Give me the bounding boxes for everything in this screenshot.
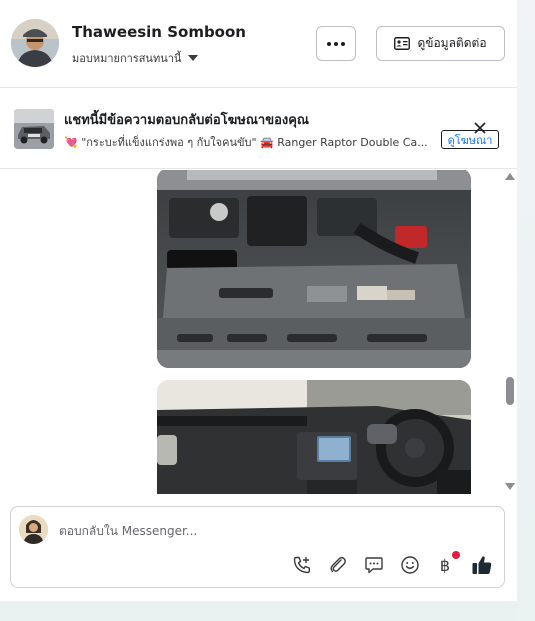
emoji-icon	[401, 556, 419, 574]
call-button[interactable]	[290, 553, 314, 577]
reply-composer: ฿	[10, 506, 505, 588]
contact-card-icon	[394, 37, 411, 50]
scroll-up-arrow[interactable]	[505, 173, 515, 180]
engine-bay-image	[157, 170, 471, 368]
page-avatar-image	[19, 515, 48, 544]
attach-button[interactable]	[326, 553, 350, 577]
paperclip-icon	[330, 556, 346, 573]
emoji-button[interactable]	[398, 553, 422, 577]
window-edge	[517, 0, 535, 621]
saved-reply-icon	[365, 557, 383, 574]
chat-image-engine[interactable]	[157, 170, 471, 368]
close-icon[interactable]	[473, 121, 487, 135]
chat-image-dashboard[interactable]	[157, 380, 471, 494]
contact-avatar[interactable]	[11, 19, 59, 67]
more-dots-icon	[327, 41, 331, 46]
view-contact-label: ดูข้อมูลติดต่อ	[417, 36, 487, 50]
chevron-down-icon	[188, 55, 199, 61]
assign-conversation-dropdown[interactable]: มอบหมายการสนทนานี้	[72, 49, 199, 67]
phone-add-icon	[293, 556, 310, 574]
ad-banner-title: แชทนี้มีข้อความตอบกลับต่อโฆษณาของคุณ	[64, 113, 309, 128]
assign-label: มอบหมายการสนทนานี้	[72, 52, 182, 65]
view-ad-link[interactable]: ดูโฆษณา	[441, 130, 499, 149]
ad-thumbnail-image	[14, 109, 54, 149]
notification-dot	[452, 551, 460, 559]
saved-reply-button[interactable]	[362, 553, 386, 577]
more-options-button[interactable]	[316, 26, 356, 61]
ad-thumbnail[interactable]	[14, 109, 54, 149]
contact-name: Thaweesin Somboon	[72, 23, 246, 41]
conversation-header: Thaweesin Somboon มอบหมายการสนทนานี้ ดูข…	[0, 0, 517, 88]
reply-input[interactable]	[59, 521, 459, 541]
ad-reply-banner: แชทนี้มีข้อความตอบกลับต่อโฆษณาของคุณ 💘 "…	[0, 89, 517, 169]
ad-banner-subtitle: 💘 "กระบะที่แข็งแกร่งพอ ๆ กับใจคนขับ" 🚘 R…	[64, 136, 428, 149]
conversation-panel: Thaweesin Somboon มอบหมายการสนทนานี้ ดูข…	[0, 0, 517, 601]
payment-baht-icon: ฿	[439, 555, 451, 575]
like-button[interactable]	[470, 553, 494, 577]
message-thread	[0, 170, 517, 494]
thumbs-up-icon	[472, 556, 492, 574]
contact-avatar-image	[11, 19, 59, 67]
scroll-down-arrow[interactable]	[505, 483, 515, 490]
dashboard-interior-image	[157, 380, 471, 494]
page-avatar	[19, 515, 48, 544]
view-contact-button[interactable]: ดูข้อมูลติดต่อ	[376, 26, 505, 61]
scrollbar-thumb[interactable]	[506, 377, 514, 405]
